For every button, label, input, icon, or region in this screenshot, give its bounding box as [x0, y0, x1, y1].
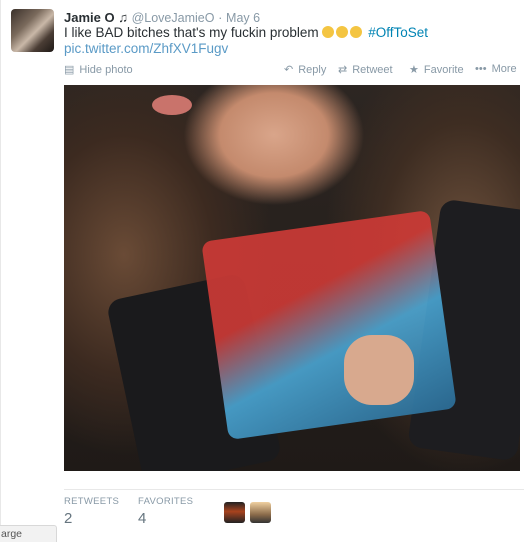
tweet-photo[interactable]: [64, 85, 520, 471]
wink-emoji-icon: [350, 26, 363, 38]
hide-photo-button[interactable]: ▤ Hide photo: [64, 63, 133, 76]
star-icon: ★: [409, 64, 419, 76]
tweet-text: I like BAD bitches that's my fuckin prob…: [64, 25, 428, 41]
retweets-stat[interactable]: RETWEETS 2: [64, 496, 119, 527]
favorites-count: 4: [138, 510, 147, 527]
emoji-group: [322, 25, 368, 40]
pic-link[interactable]: pic.twitter.com/ZhfXV1Fugv: [64, 41, 228, 56]
retweet-button[interactable]: ⇄ Retweet: [338, 63, 393, 76]
retweet-icon: ⇄: [338, 64, 348, 76]
photo-icon: ▤: [64, 64, 75, 76]
hashtag-link[interactable]: #OffToSet: [368, 25, 428, 40]
retweet-label: Retweet: [352, 64, 393, 76]
avatar[interactable]: [11, 9, 54, 52]
more-button[interactable]: ••• More: [475, 63, 517, 75]
tweet-timestamp[interactable]: May 6: [226, 11, 260, 25]
more-icon: •••: [475, 63, 487, 75]
user-fullname[interactable]: Jamie O ♫: [64, 10, 128, 25]
wink-emoji-icon: [336, 26, 349, 38]
hide-photo-label: Hide photo: [79, 64, 133, 76]
tweet-body: I like BAD bitches that's my fuckin prob…: [64, 25, 319, 40]
favoriter-avatar[interactable]: [224, 502, 245, 523]
reply-icon: ↶: [284, 64, 294, 76]
user-screen-name[interactable]: @LoveJamieO: [132, 11, 215, 25]
retweets-label: RETWEETS: [64, 496, 120, 507]
tweet-actions: ▤ Hide photo ↶ Reply ⇄ Retweet ★ Favorite ••…: [64, 63, 524, 77]
retweets-count: 2: [64, 510, 73, 527]
photo-region-shirt: [201, 209, 457, 441]
favorite-button[interactable]: ★ Favorite: [409, 63, 464, 76]
favorites-stat[interactable]: FAVORITES 4: [138, 496, 193, 527]
tweet-stats: RETWEETS 2 FAVORITES 4: [64, 489, 524, 534]
reply-label: Reply: [298, 64, 327, 76]
reply-button[interactable]: ↶ Reply: [284, 63, 326, 76]
view-large-tab[interactable]: arge: [0, 525, 57, 542]
wink-emoji-icon: [322, 26, 335, 38]
photo-region-hand: [344, 335, 414, 405]
left-divider: [0, 0, 1, 541]
separator-dot: ·: [218, 10, 223, 25]
more-label: More: [491, 63, 517, 75]
photo-region-lips: [152, 95, 192, 115]
favorites-label: FAVORITES: [138, 496, 194, 507]
favorite-label: Favorite: [423, 64, 464, 76]
favoriter-avatar[interactable]: [250, 502, 271, 523]
